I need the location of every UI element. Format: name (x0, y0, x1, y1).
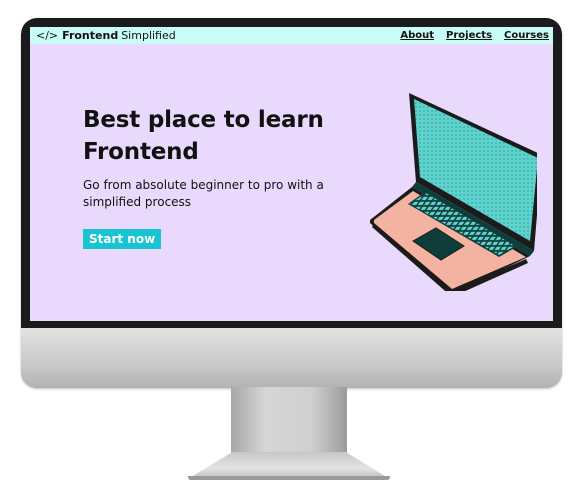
monitor-stand-neck (231, 387, 347, 455)
brand-logo[interactable]: </> Frontend Simplified (30, 30, 176, 41)
nav-links: About Projects Courses (388, 30, 553, 41)
hero-title: Best place to learn Frontend (83, 107, 324, 165)
nav-link-projects[interactable]: Projects (446, 30, 492, 41)
code-brackets-icon: </> (36, 29, 59, 42)
nav-link-about[interactable]: About (400, 30, 434, 41)
monitor: </> Frontend Simplified About Projects C… (21, 18, 562, 388)
start-now-button[interactable]: Start now (83, 229, 162, 249)
brand-name-strong: Frontend (62, 29, 119, 42)
laptop-icon (370, 93, 537, 291)
brand-name-rest: Simplified (121, 29, 176, 42)
navbar: </> Frontend Simplified About Projects C… (30, 27, 553, 44)
monitor-stand-base (188, 452, 390, 479)
monitor-stand-base-edge (188, 476, 390, 480)
hero-subtitle: Go from absolute beginner to pro with a … (83, 178, 324, 209)
nav-link-courses[interactable]: Courses (504, 30, 549, 41)
monitor-chin (21, 328, 562, 388)
monitor-screen: </> Frontend Simplified About Projects C… (30, 27, 553, 321)
